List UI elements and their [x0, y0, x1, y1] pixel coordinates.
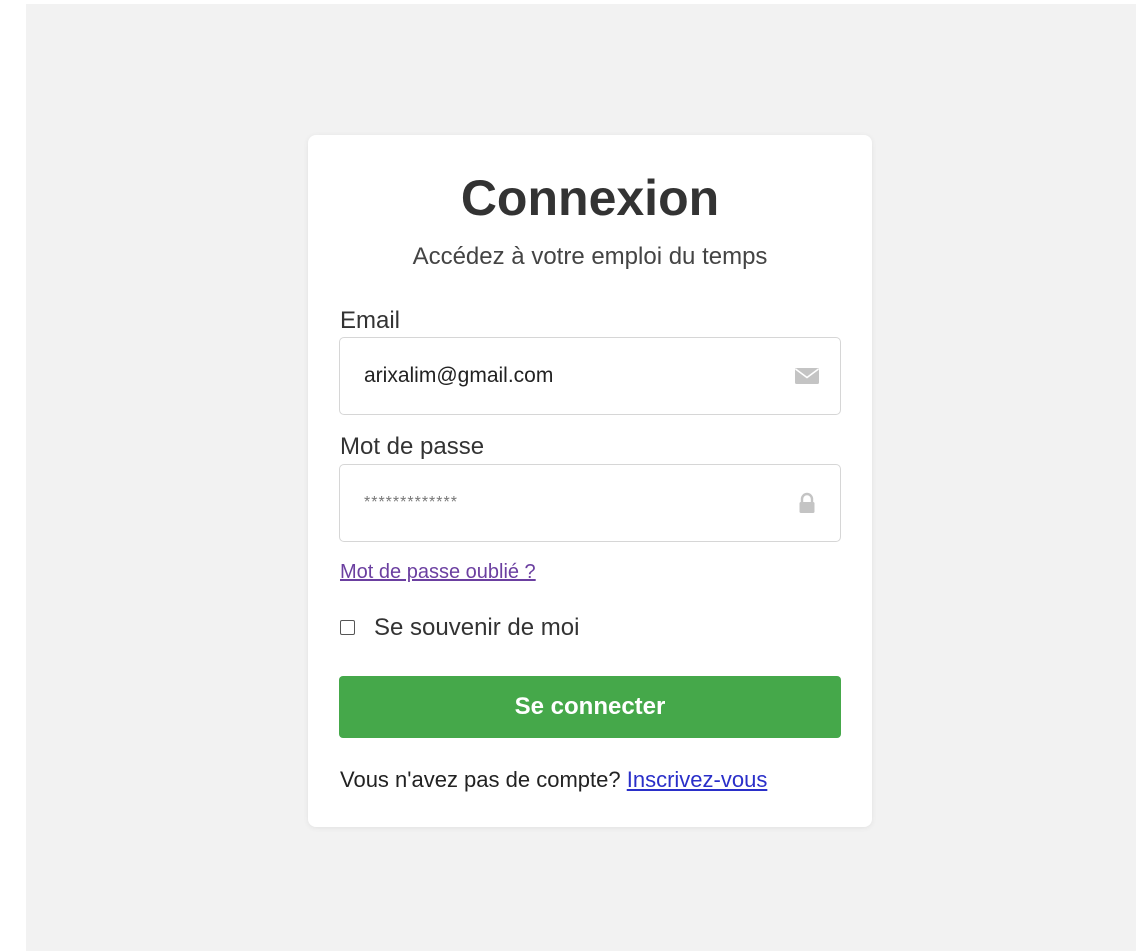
lock-icon — [794, 492, 820, 514]
password-field[interactable] — [339, 464, 841, 542]
password-label: Mot de passe — [340, 433, 485, 460]
email-label: Email — [340, 307, 401, 334]
envelope-icon — [794, 365, 820, 387]
email-field[interactable] — [339, 337, 841, 415]
password-input[interactable] — [364, 465, 764, 541]
remember-me-checkbox[interactable] — [340, 620, 355, 635]
signup-prompt-text: Vous n'avez pas de compte? — [340, 767, 627, 792]
signup-link[interactable]: Inscrivez-vous — [627, 767, 768, 792]
forgot-password-link[interactable]: Mot de passe oublié ? — [340, 558, 536, 586]
email-input[interactable] — [364, 338, 764, 414]
signup-prompt: Vous n'avez pas de compte? Inscrivez-vou… — [340, 764, 767, 796]
login-button[interactable]: Se connecter — [339, 676, 841, 738]
page-subtitle: Accédez à votre emploi du temps — [412, 243, 768, 270]
page-title: Connexion — [460, 170, 720, 226]
remember-me-label[interactable]: Se souvenir de moi — [374, 612, 579, 644]
